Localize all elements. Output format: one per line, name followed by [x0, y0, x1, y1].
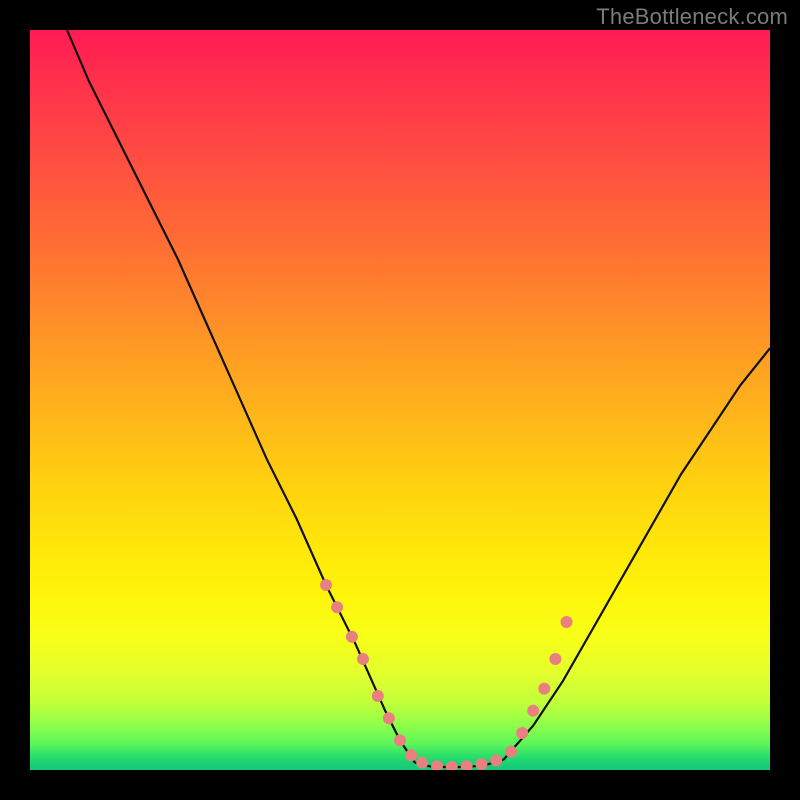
highlight-dot — [516, 727, 528, 739]
highlight-dot — [505, 746, 517, 758]
highlight-dot — [331, 601, 343, 613]
plot-area — [30, 30, 770, 770]
highlight-dot — [372, 690, 384, 702]
highlight-dot — [490, 754, 502, 766]
chart-stage: TheBottleneck.com — [0, 0, 800, 800]
highlight-dot — [538, 683, 550, 695]
curve-right-branch — [504, 348, 770, 759]
watermark-text: TheBottleneck.com — [596, 4, 788, 30]
highlight-dot — [461, 760, 473, 770]
highlight-dot — [431, 760, 443, 770]
highlight-dots — [320, 579, 573, 770]
highlight-dot — [446, 761, 458, 770]
highlight-dot — [357, 653, 369, 665]
highlight-dot — [346, 631, 358, 643]
highlight-dot — [527, 705, 539, 717]
highlight-dot — [416, 757, 428, 769]
highlight-dot — [383, 712, 395, 724]
curve-overlay — [30, 30, 770, 770]
highlight-dot — [405, 749, 417, 761]
highlight-dot — [561, 616, 573, 628]
highlight-dot — [475, 758, 487, 770]
curve-left-branch — [67, 30, 415, 763]
highlight-dot — [394, 734, 406, 746]
highlight-dot — [320, 579, 332, 591]
highlight-dot — [549, 653, 561, 665]
